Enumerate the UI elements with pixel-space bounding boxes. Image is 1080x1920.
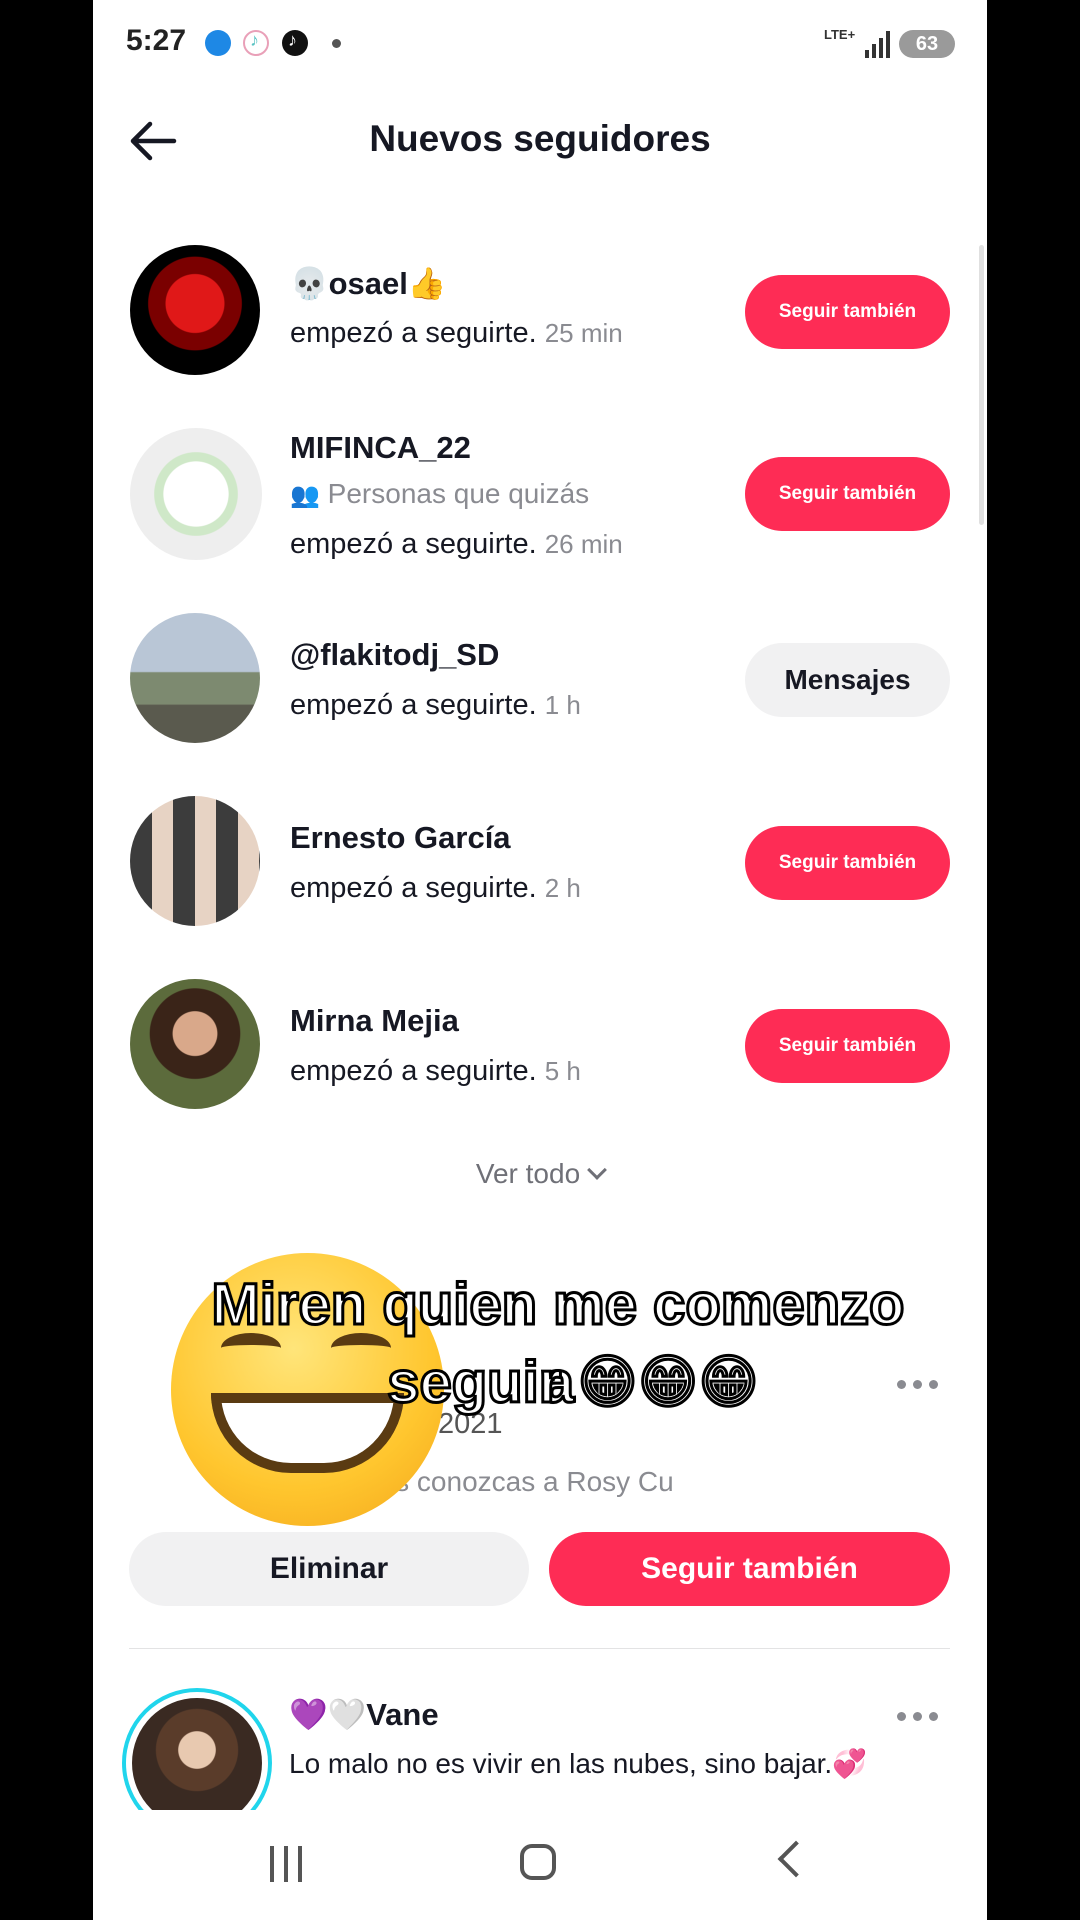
time-ago: 25 min [544, 318, 623, 348]
more-options-icon[interactable] [897, 1712, 941, 1724]
time-ago: 2 h [544, 873, 581, 903]
follower-action: empezó a seguirte. 26 min [290, 528, 623, 561]
follower-username[interactable]: Mirna Mejia [290, 1003, 459, 1039]
scrollbar[interactable] [979, 245, 984, 525]
follower-username[interactable]: Ernesto García [290, 820, 511, 856]
see-all-label[interactable]: Ver todo [476, 1158, 580, 1189]
header: Nuevos seguidores [93, 100, 987, 180]
avatar[interactable] [130, 613, 260, 743]
follow-back-button[interactable]: Seguir también [745, 275, 950, 349]
status-time: 5:27 [126, 24, 187, 57]
chevron-down-icon [587, 1160, 608, 1180]
follow-back-button[interactable]: Seguir también [745, 826, 950, 900]
follower-action: empezó a seguirte. 25 min [290, 317, 623, 350]
system-nav-bar [93, 1810, 987, 1920]
network-type: LTE+ [824, 27, 856, 42]
follower-action: empezó a seguirte. 2 h [290, 872, 581, 905]
avatar[interactable] [132, 1698, 262, 1828]
suggested-username[interactable]: 💜🤍Vane [289, 1696, 439, 1733]
divider [129, 1648, 950, 1649]
home-icon[interactable] [520, 1844, 556, 1880]
signal-icon [865, 30, 893, 58]
battery-level: 63 [899, 30, 955, 58]
action-text: empezó a seguirte. [290, 1055, 537, 1087]
action-text: empezó a seguirte. [290, 317, 537, 349]
overlay-caption-line2: seguir 😁😁😁 [386, 1349, 761, 1417]
action-text: empezó a seguirte. [290, 528, 537, 560]
avatar[interactable] [130, 245, 260, 375]
see-all-link[interactable]: Ver todo [93, 1158, 987, 1190]
avatar[interactable] [130, 979, 260, 1109]
browser-notification-icon [205, 30, 231, 56]
follow-back-button[interactable]: Seguir también [745, 1009, 950, 1083]
action-text: empezó a seguirte. [290, 689, 537, 721]
follower-username[interactable]: @flakitodj_SD [290, 637, 499, 673]
avatar[interactable] [130, 428, 262, 560]
people-icon: 👥 [290, 482, 320, 509]
tiktok-notification-icon [282, 30, 308, 56]
hint-text: Personas que quizás [327, 478, 590, 509]
mutual-hint: 👥 Personas que quizás [290, 478, 589, 510]
back-icon[interactable] [777, 1840, 815, 1878]
more-notifications-dot-icon [332, 39, 341, 48]
follower-action: empezó a seguirte. 1 h [290, 689, 581, 722]
time-ago: 26 min [544, 529, 623, 559]
tiktok-lite-notification-icon [243, 30, 269, 56]
status-bar: 5:27 LTE+ 63 [93, 0, 987, 88]
avatar[interactable] [130, 796, 260, 926]
follower-username[interactable]: 💀osael👍 [290, 265, 446, 302]
messages-button[interactable]: Mensajes [745, 643, 950, 717]
follower-username[interactable]: MIFINCA_22 [290, 430, 471, 466]
user-bio: Lo malo no es vivir en las nubes, sino b… [289, 1748, 868, 1779]
follower-action: empezó a seguirte. 5 h [290, 1055, 581, 1088]
remove-button[interactable]: Eliminar [129, 1532, 529, 1606]
recent-apps-icon[interactable] [270, 1846, 306, 1882]
time-ago: 1 h [544, 690, 581, 720]
app-screen: 5:27 LTE+ 63 Nuevos seguidores 💀osael👍 e… [93, 0, 987, 1920]
action-text: empezó a seguirte. [290, 872, 537, 904]
time-ago: 5 h [544, 1056, 581, 1086]
page-title: Nuevos seguidores [369, 118, 711, 159]
follow-back-button[interactable]: Seguir también [549, 1532, 950, 1606]
follow-back-button[interactable]: Seguir también [745, 457, 950, 531]
